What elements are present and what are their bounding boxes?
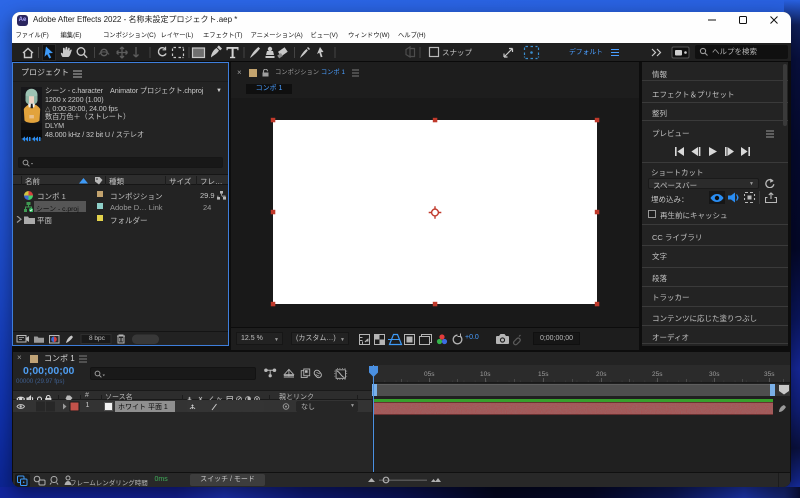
svg-text:15s: 15s (538, 371, 549, 378)
svg-text:25s: 25s (652, 371, 663, 378)
svg-text:35s: 35s (764, 371, 775, 378)
svg-text:05s: 05s (424, 371, 435, 378)
svg-text:20s: 20s (596, 371, 607, 378)
svg-text:10s: 10s (480, 371, 491, 378)
svg-text:30s: 30s (709, 371, 720, 378)
